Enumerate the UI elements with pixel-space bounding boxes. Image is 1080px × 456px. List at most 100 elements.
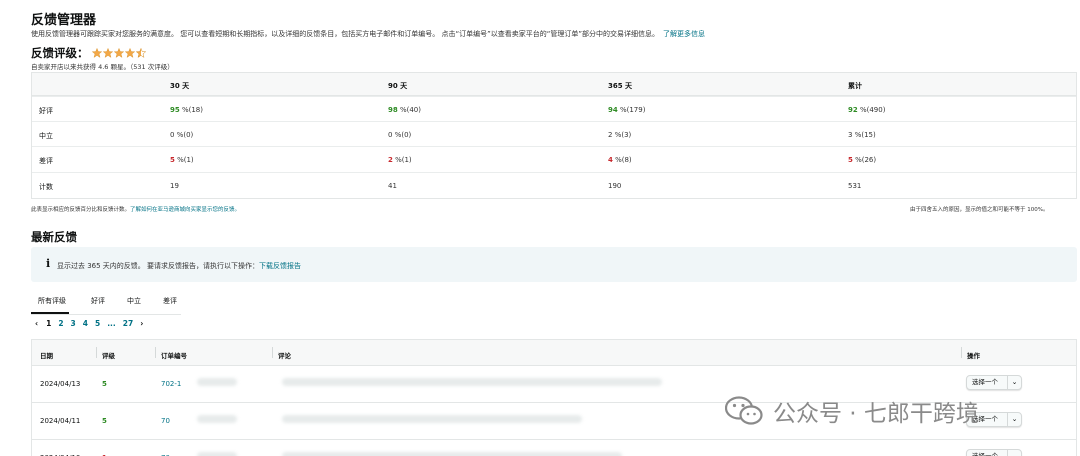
tab-all-ratings[interactable]: 所有评级 <box>31 296 69 314</box>
ratings-value: 41 <box>388 182 397 190</box>
order-id-link[interactable]: 70 <box>161 417 170 425</box>
action-select[interactable]: 选择一个 ⌄ <box>966 375 1022 390</box>
ratings-count: %(179) <box>617 106 646 114</box>
chevron-down-icon[interactable]: ⌄ <box>1007 376 1021 389</box>
ratings-cell: 0 %(0) <box>170 131 193 139</box>
learn-more-link[interactable]: 了解更多信息 <box>663 30 705 38</box>
feedback-date: 2024/04/11 <box>40 417 81 425</box>
star-icon <box>113 48 124 58</box>
ratings-cell: 2 %(1) <box>388 156 412 164</box>
redacted-order-id <box>197 378 237 386</box>
column-divider <box>272 347 273 358</box>
table-note-text: 此表显示相应的反馈百分比和反馈计数。 <box>31 207 131 213</box>
ratings-cell: 94 %(179) <box>608 106 645 114</box>
ratings-row-label: 计数 <box>39 183 53 191</box>
redacted-order-id <box>197 415 237 423</box>
action-select-label: 选择一个 <box>972 378 998 386</box>
col-header-90d: 90 天 <box>388 82 408 90</box>
page-link[interactable]: 5 <box>95 319 100 328</box>
table-note: 此表显示相应的反馈百分比和反馈计数。了解如何在亚马逊商城向买家显示您的反馈。 <box>31 205 240 213</box>
action-select-label: 选择一个 <box>972 452 998 456</box>
ratings-cell: 92 %(490) <box>848 106 885 114</box>
col-header-365d: 365 天 <box>608 82 633 90</box>
column-divider <box>96 347 97 358</box>
ratings-count: %(0) <box>392 131 412 139</box>
wechat-icon <box>725 396 763 425</box>
redacted-comment <box>282 415 582 423</box>
ratings-cell: 95 %(18) <box>170 106 203 114</box>
rating-summary: 自卖家开店以来共获得 4.6 颗星。（531 次评级） <box>31 63 174 71</box>
download-report-link[interactable]: 下载反馈报告 <box>259 262 301 270</box>
chevron-down-icon[interactable]: ⌄ <box>1007 450 1021 456</box>
ratings-value: 531 <box>848 182 862 190</box>
ratings-count: %(8) <box>612 156 632 164</box>
ratings-cell: 98 %(40) <box>388 106 421 114</box>
chevron-left-icon[interactable]: ‹ <box>35 319 38 328</box>
feedback-rating: 5 <box>102 417 107 425</box>
ratings-count: %(40) <box>397 106 421 114</box>
ratings-row-label: 好评 <box>39 107 53 115</box>
ratings-row: 差评 5 %(1) 2 %(1) 4 %(8) 5 %(26) <box>32 146 1076 172</box>
rating-title: 反馈评级： <box>31 46 89 60</box>
ratings-value: 190 <box>608 182 622 190</box>
ratings-row-label: 差评 <box>39 157 53 165</box>
col-header-actions: 操作 <box>967 352 980 360</box>
ratings-value: 19 <box>170 182 179 190</box>
star-icon <box>124 48 135 58</box>
redacted-order-id <box>197 452 237 456</box>
ratings-count: %(490) <box>857 106 886 114</box>
info-banner: i 显示过去 365 天内的反馈。 要请求反馈报告，请执行以下操作：下载反馈报告 <box>31 247 1077 282</box>
page-title: 反馈管理器 <box>31 13 97 28</box>
ratings-count: %(1) <box>392 156 412 164</box>
rating-heading: 反馈评级： <box>31 45 147 61</box>
ratings-count: %(26) <box>852 156 877 164</box>
star-icon <box>91 48 102 58</box>
page-link[interactable]: 2 <box>58 319 63 328</box>
ratings-header-row: 30 天 90 天 365 天 累计 <box>32 73 1076 96</box>
col-header-lifetime: 累计 <box>848 82 862 90</box>
ratings-row: 好评 95 %(18) 98 %(40) 94 %(179) 92 %(490) <box>32 96 1076 121</box>
ratings-row-label: 中立 <box>39 132 53 140</box>
feedback-row: 2024/04/10170选择一个⌄ <box>32 440 1076 456</box>
info-icon: i <box>46 257 51 270</box>
col-header-order-id: 订单编号 <box>161 352 187 360</box>
page-link[interactable]: 4 <box>83 319 88 328</box>
col-header-date: 日期 <box>40 352 53 360</box>
info-message: 显示过去 365 天内的反馈。 要请求反馈报告，请执行以下操作： <box>57 262 260 270</box>
latest-feedback-title: 最新反馈 <box>31 230 77 244</box>
half-star-icon <box>135 48 146 58</box>
ratings-table: 30 天 90 天 365 天 累计 好评 95 %(18) 98 %(40) 94 … <box>31 72 1077 199</box>
ratings-cell: 190 <box>608 182 621 190</box>
watermark-text: 公众号 · 七郎干跨境 <box>773 401 979 427</box>
ratings-count: %(1) <box>174 156 194 164</box>
ratings-cell: 19 <box>170 182 179 190</box>
ratings-cell: 41 <box>388 182 397 190</box>
rating-filter-tabs: 所有评级 好评 中立 差评 <box>31 296 193 314</box>
ratings-row: 中立 0 %(0) 0 %(0) 2 %(3) 3 %(15) <box>32 121 1076 146</box>
pagination: ‹ 1 2 3 4 5 ... 27 › <box>35 319 151 328</box>
tab-negative[interactable]: 差评 <box>157 296 177 314</box>
tab-positive[interactable]: 好评 <box>85 296 105 314</box>
ratings-count: %(0) <box>174 131 194 139</box>
tabs-divider <box>31 314 181 315</box>
order-id-link[interactable]: 702-1 <box>161 380 181 388</box>
page-link[interactable]: 3 <box>71 319 76 328</box>
ratings-cell: 5 %(26) <box>848 156 876 164</box>
page-link[interactable]: 27 <box>123 319 133 328</box>
feedback-rating: 5 <box>102 380 107 388</box>
chevron-down-icon[interactable]: ⌄ <box>1007 413 1021 426</box>
page-link[interactable]: 1 <box>46 319 51 328</box>
ratings-cell: 2 %(3) <box>608 131 631 139</box>
display-feedback-link[interactable]: 了解如何在亚马逊商城向买家显示您的反馈。 <box>130 207 240 213</box>
column-divider <box>961 347 962 358</box>
ratings-value: 98 <box>388 106 398 114</box>
ratings-count: %(18) <box>179 106 203 114</box>
page-ellipsis: ... <box>107 319 116 328</box>
tab-neutral[interactable]: 中立 <box>121 296 141 314</box>
column-divider <box>155 347 156 358</box>
ratings-row: 计数 19 41 190 531 <box>32 172 1076 199</box>
rounding-note: 由于四舍五入的原因，显示的值之和可能不等于 100%。 <box>910 207 1049 213</box>
chevron-right-icon[interactable]: › <box>140 319 143 328</box>
intro-text: 使用反馈管理器可跟踪买家对您服务的满意度。 您可以查看短期和长期指标，以及详细的… <box>31 29 705 39</box>
action-select[interactable]: 选择一个 ⌄ <box>966 449 1022 456</box>
